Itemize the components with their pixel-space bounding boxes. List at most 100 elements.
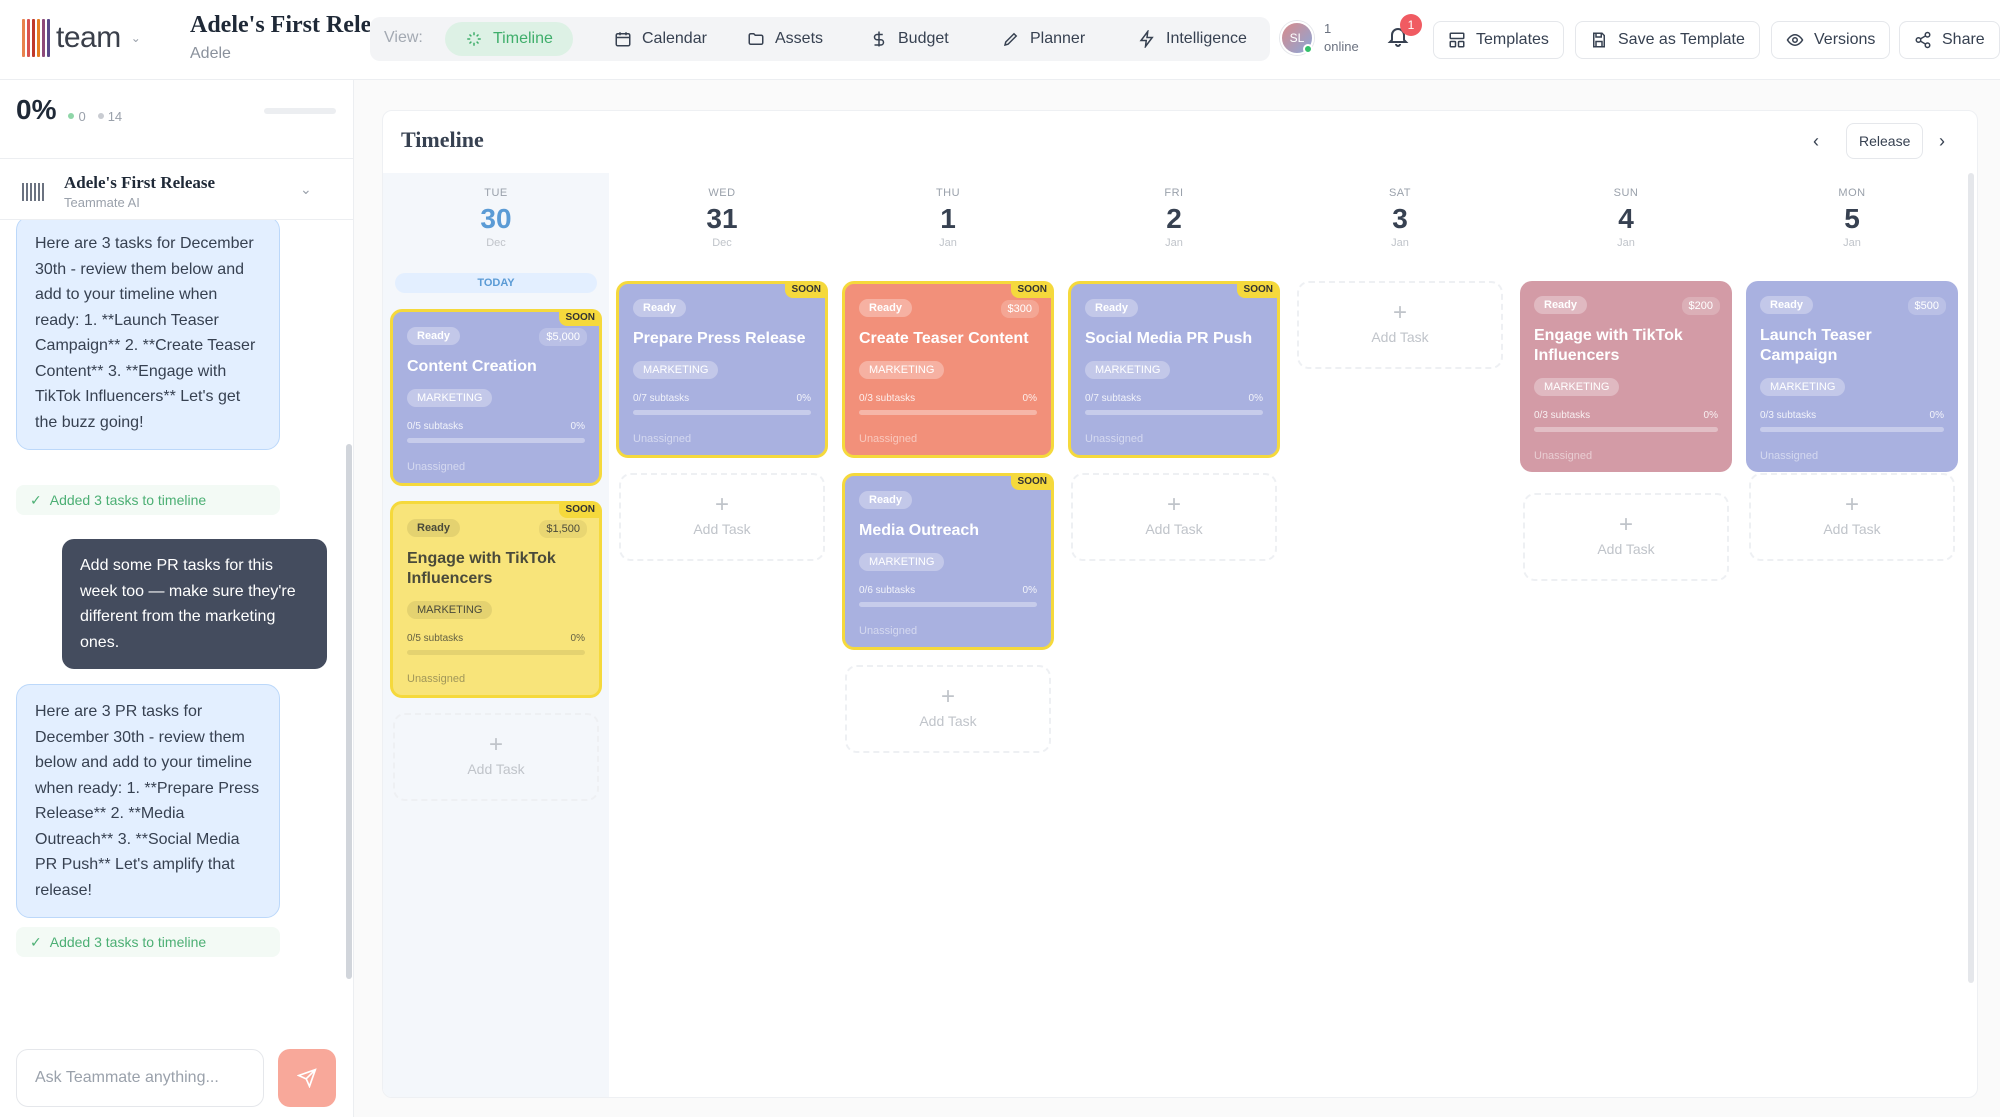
task-card[interactable]: SOON Ready Social Media PR Push MARKETING 0/… xyxy=(1068,281,1280,458)
subtask-count: 0/5 subtasks xyxy=(407,633,464,644)
tab-planner[interactable]: Planner xyxy=(982,22,1105,56)
templates-button[interactable]: Templates xyxy=(1433,21,1564,59)
assignee[interactable]: Unassigned xyxy=(1085,433,1263,445)
task-title: Launch Teaser Campaign xyxy=(1760,327,1872,364)
assignee[interactable]: Unassigned xyxy=(859,433,1037,445)
save-as-template-button[interactable]: Save as Template xyxy=(1575,21,1760,59)
online-count: 1 online xyxy=(1324,20,1359,56)
add-task-label: Add Task xyxy=(467,761,525,777)
status-badge: Ready xyxy=(1534,296,1588,314)
month-label: Jan xyxy=(1617,237,1635,249)
tab-assets[interactable]: Assets xyxy=(727,22,843,56)
assignee[interactable]: Unassigned xyxy=(407,461,585,473)
add-task-button[interactable]: + Add Task xyxy=(1523,493,1729,581)
logo-bars-icon xyxy=(22,18,50,58)
status-badge: Ready xyxy=(407,327,461,345)
task-title: Prepare Press Release xyxy=(633,330,806,347)
subtask-percent: 0% xyxy=(570,421,585,432)
check-icon: ✓ xyxy=(30,933,42,950)
send-button[interactable] xyxy=(278,1049,336,1107)
subtask-count: 0/6 subtasks xyxy=(859,585,916,596)
task-card[interactable]: SOON Ready $5,000 Content Creation MARKETING… xyxy=(390,309,602,486)
add-task-button[interactable]: + Add Task xyxy=(845,665,1051,753)
check-icon: ✓ xyxy=(30,491,42,508)
status-badge: Ready xyxy=(407,519,461,537)
tab-calendar[interactable]: Calendar xyxy=(594,22,727,56)
tab-label: Intelligence xyxy=(1166,30,1247,47)
add-task-label: Add Task xyxy=(1597,541,1655,557)
subtask-count: 0/5 subtasks xyxy=(407,421,464,432)
chat-input[interactable]: Ask Teammate anything... xyxy=(16,1049,264,1107)
chevron-down-icon[interactable]: ⌄ xyxy=(300,181,312,198)
subtask-count: 0/3 subtasks xyxy=(859,393,916,404)
month-label: Jan xyxy=(1165,237,1183,249)
avatar[interactable]: SL xyxy=(1280,21,1314,55)
barcode-icon xyxy=(22,183,44,201)
dollar-icon xyxy=(873,31,885,47)
tab-budget[interactable]: Budget xyxy=(850,22,969,56)
assistant-subtitle: Teammate AI xyxy=(64,195,140,210)
task-card[interactable]: SOON Ready $1,500 Engage with TikTok Influe… xyxy=(390,501,602,698)
soon-badge: SOON xyxy=(1010,281,1054,298)
user-message: Add some PR tasks for this week too — ma… xyxy=(62,539,327,669)
add-task-button[interactable]: + Add Task xyxy=(1749,473,1955,561)
done-count: 0 xyxy=(78,108,86,124)
add-task-button[interactable]: + Add Task xyxy=(1071,473,1277,561)
progress-bar xyxy=(264,108,336,114)
category-tag: MARKETING xyxy=(1085,361,1171,379)
online-number: 1 xyxy=(1324,21,1332,36)
presence-indicator[interactable]: SL 1 online xyxy=(1280,20,1359,56)
logo[interactable]: team ⌄ xyxy=(22,18,141,58)
tab-timeline[interactable]: Timeline xyxy=(445,22,573,56)
progress-summary: 0% 0 14 xyxy=(16,94,122,126)
status-badge: Ready xyxy=(859,491,913,509)
chevron-down-icon[interactable]: ⌄ xyxy=(131,31,141,45)
versions-button[interactable]: Versions xyxy=(1771,21,1891,59)
subtask-count: 0/7 subtasks xyxy=(1085,393,1142,404)
task-card[interactable]: SOON Ready $300 Create Teaser Content MARKET… xyxy=(842,281,1054,458)
release-button[interactable]: Release xyxy=(1846,123,1924,159)
plus-icon: + xyxy=(488,731,503,758)
task-title: Create Teaser Content xyxy=(859,330,1029,347)
assignee[interactable]: Unassigned xyxy=(1760,450,1944,462)
added-status: ✓ Added 3 tasks to timeline xyxy=(16,927,280,957)
assignee[interactable]: Unassigned xyxy=(859,625,1037,637)
subtask-percent: 0% xyxy=(1022,585,1037,596)
month-label: Jan xyxy=(1843,237,1861,249)
save-icon xyxy=(1593,32,1605,48)
add-task-button[interactable]: + Add Task xyxy=(619,473,825,561)
day-number: 31 xyxy=(706,203,738,234)
assignee[interactable]: Unassigned xyxy=(1534,450,1718,462)
view-switcher: View: Timeline Calendar Assets Budget Pl… xyxy=(370,17,1270,61)
sparkle-icon xyxy=(467,32,481,46)
add-task-button[interactable]: + Add Task xyxy=(1297,281,1503,369)
task-card[interactable]: SOON Ready Media Outreach MARKETING 0/6 subt… xyxy=(842,473,1054,650)
assistant-sidebar: 0% 0 14 Adele's First Release Teammate AI… xyxy=(0,80,354,1117)
status-badge: Ready xyxy=(633,299,687,317)
project-header[interactable]: Adele's First Rele... Adele xyxy=(190,12,370,63)
share-button[interactable]: Share xyxy=(1899,21,2000,59)
tab-intelligence[interactable]: Intelligence xyxy=(1118,22,1267,56)
add-task-label: Add Task xyxy=(1371,329,1429,345)
chevron-right-icon[interactable]: › xyxy=(1939,131,1945,152)
task-card[interactable]: SOON Ready Prepare Press Release MARKETING 0… xyxy=(616,281,828,458)
today-badge: TODAY xyxy=(395,273,597,293)
timeline-scrollbar[interactable] xyxy=(1968,173,1974,983)
day-column: WED 31 Dec SOON Ready Prepare Press Release MA… xyxy=(609,173,835,1097)
task-title: Engage with TikTok Influencers xyxy=(407,550,556,587)
bolt-icon xyxy=(1139,30,1154,48)
pencil-icon xyxy=(1003,32,1018,47)
save-as-template-label: Save as Template xyxy=(1618,31,1745,48)
chevron-left-icon[interactable]: ‹ xyxy=(1813,131,1819,152)
chat-scrollbar[interactable] xyxy=(346,444,352,979)
subtask-row: 0/5 subtasks 0% xyxy=(407,633,585,644)
add-task-button[interactable]: + Add Task xyxy=(393,713,599,801)
assignee[interactable]: Unassigned xyxy=(407,673,585,685)
assistant-header[interactable]: Adele's First Release Teammate AI ⌄ xyxy=(0,158,353,220)
task-card[interactable]: Ready $200 Engage with TikTok Influencers M… xyxy=(1520,281,1732,472)
assignee[interactable]: Unassigned xyxy=(633,433,811,445)
project-title: Adele's First Rele... xyxy=(190,12,370,38)
task-card[interactable]: Ready $500 Launch Teaser Campaign MARKETING… xyxy=(1746,281,1958,472)
soon-badge: SOON xyxy=(558,501,602,518)
chat-log[interactable]: Here are 3 tasks for December 30th - rev… xyxy=(0,220,346,975)
